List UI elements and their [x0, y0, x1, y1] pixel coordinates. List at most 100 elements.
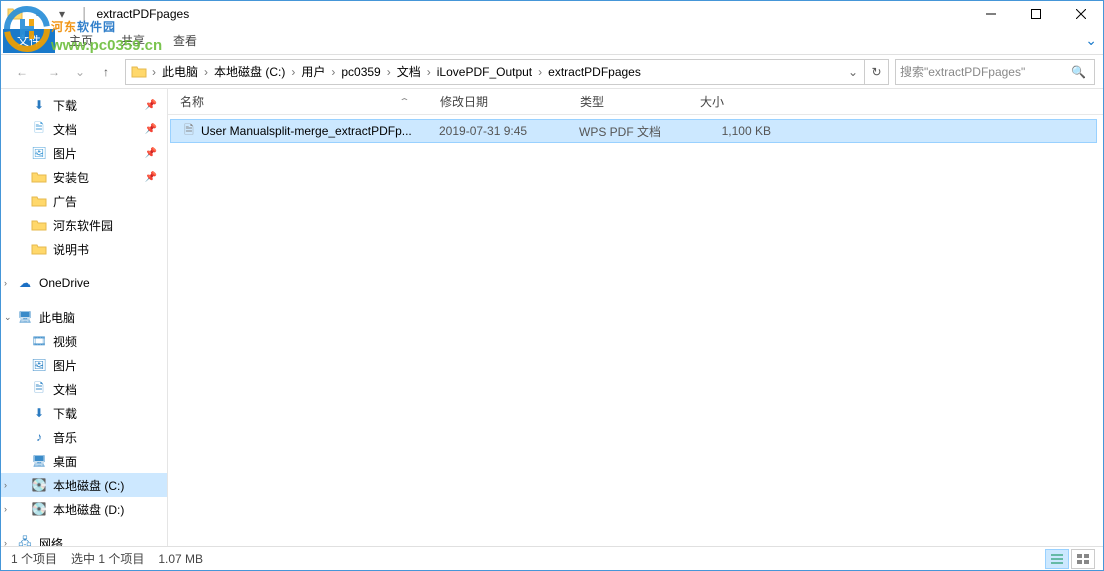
sidebar-item-documents[interactable]: 🗎 文档 📌 [1, 117, 167, 141]
sidebar-label: 文档 [53, 121, 77, 138]
qat-newfolder-icon[interactable]: ▾ [51, 3, 73, 25]
sidebar-item-downloads2[interactable]: ⬇下载 [1, 401, 167, 425]
breadcrumb: › 此电脑 › 本地磁盘 (C:) › 用户 › pc0359 › 文档 › i… [150, 63, 645, 80]
search-input[interactable]: 搜索"extractPDFpages" 🔍 [895, 59, 1095, 85]
sidebar-item-pictures[interactable]: 🖼图片📌 [1, 141, 167, 165]
column-date[interactable]: 修改日期 [428, 93, 568, 110]
expand-icon[interactable]: › [4, 504, 14, 514]
refresh-button[interactable]: ↻ [864, 60, 888, 84]
close-button[interactable] [1058, 1, 1103, 27]
tab-share[interactable]: 共享 [107, 29, 159, 53]
video-icon: 🎞 [31, 333, 47, 349]
expand-icon[interactable]: › [4, 538, 14, 546]
file-icon: 🗎 [181, 123, 197, 139]
drive-icon: 💽 [31, 501, 47, 517]
sidebar-label: 下载 [53, 405, 77, 422]
document-icon: 🗎 [31, 121, 47, 137]
chevron-right-icon[interactable]: › [385, 65, 393, 79]
expand-icon[interactable]: › [4, 480, 14, 490]
expand-icon[interactable]: › [4, 278, 14, 288]
nav-recent-dropdown[interactable]: ⌄ [73, 59, 87, 85]
nav-forward-button[interactable]: → [41, 59, 67, 85]
sidebar-item-thispc[interactable]: ⌄🖥 此电脑 [1, 305, 167, 329]
sidebar-item-downloads[interactable]: ⬇下载📌 [1, 93, 167, 117]
sidebar-label: 图片 [53, 357, 77, 374]
sidebar-item-cdrive[interactable]: ›💽本地磁盘 (C:) [1, 473, 167, 497]
sidebar-item-documents2[interactable]: 🗎文档 [1, 377, 167, 401]
chevron-right-icon[interactable]: › [150, 65, 158, 79]
sidebar-label: 音乐 [53, 429, 77, 446]
picture-icon: 🖼 [31, 357, 47, 373]
folder-icon [7, 6, 23, 22]
sidebar-item-desktop[interactable]: 🖥桌面 [1, 449, 167, 473]
sidebar-item-ads[interactable]: 广告 [1, 189, 167, 213]
pin-icon: 📌 [145, 124, 157, 135]
file-row[interactable]: 🗎User Manualsplit-merge_extractPDFp... 2… [170, 119, 1097, 143]
sort-caret-icon: ⌃ [399, 97, 411, 106]
collapse-icon[interactable]: ⌄ [4, 312, 14, 323]
chevron-right-icon[interactable]: › [329, 65, 337, 79]
ribbon-expand-icon[interactable]: ⌄ [1085, 32, 1097, 49]
qat-properties-icon[interactable]: ▫ [27, 3, 49, 25]
drive-icon: 💽 [31, 477, 47, 493]
address-bar[interactable]: › 此电脑 › 本地磁盘 (C:) › 用户 › pc0359 › 文档 › i… [125, 59, 889, 85]
titlebar: ▫ ▾ │ extractPDFpages [1, 1, 1103, 27]
sidebar-label: 下载 [53, 97, 77, 114]
crumb-current[interactable]: extractPDFpages [544, 65, 645, 79]
sidebar-item-hedong[interactable]: 河东软件园 [1, 213, 167, 237]
sidebar-label: 此电脑 [39, 309, 75, 326]
nav-back-button[interactable]: ← [9, 59, 35, 85]
search-placeholder: 搜索"extractPDFpages" [900, 63, 1071, 80]
sidebar-item-onedrive[interactable]: ›☁OneDrive [1, 271, 167, 295]
sidebar-label: 河东软件园 [53, 217, 113, 234]
content-pane: 名称 ⌃ 修改日期 类型 大小 🗎User Manualsplit-merge_e… [168, 89, 1103, 546]
network-icon: 🖧 [17, 535, 33, 546]
crumb-cdrive[interactable]: 本地磁盘 (C:) [210, 63, 289, 80]
nav-up-button[interactable]: ↑ [93, 59, 119, 85]
sidebar-item-installpkg[interactable]: 安装包📌 [1, 165, 167, 189]
column-type[interactable]: 类型 [568, 93, 688, 110]
sidebar-item-ddrive[interactable]: › 💽 本地磁盘 (D:) [1, 497, 167, 521]
file-date: 2019-07-31 9:45 [429, 124, 569, 138]
computer-icon: 🖥 [17, 309, 33, 325]
addressbar-dropdown-icon[interactable]: ⌄ [842, 65, 864, 79]
search-icon[interactable]: 🔍 [1071, 65, 1086, 79]
chevron-right-icon[interactable]: › [202, 65, 210, 79]
status-size: 1.07 MB [158, 552, 203, 566]
tab-file[interactable]: 文件 [3, 29, 55, 53]
sidebar-item-pictures2[interactable]: 🖼 图片 [1, 353, 167, 377]
maximize-button[interactable] [1013, 1, 1058, 27]
column-label: 名称 [180, 93, 204, 110]
column-name[interactable]: 名称 ⌃ [168, 93, 428, 110]
sidebar-label: 桌面 [53, 453, 77, 470]
folder-icon [31, 217, 47, 233]
download-icon: ⬇ [31, 97, 47, 113]
crumb-users[interactable]: 用户 [297, 63, 329, 80]
crumb-thispc[interactable]: 此电脑 [158, 63, 202, 80]
sidebar-label: 本地磁盘 (D:) [53, 501, 124, 518]
crumb-pc0359[interactable]: pc0359 [337, 65, 384, 79]
chevron-right-icon[interactable]: › [536, 65, 544, 79]
sidebar[interactable]: ⬇下载📌 🗎文档📌 🖼图片📌 安装包📌 广告 河东软件园 说明书 ›☁OneDr… [1, 89, 168, 546]
view-icons-button[interactable] [1071, 549, 1095, 569]
minimize-button[interactable] [968, 1, 1013, 27]
document-icon: 🗎 [31, 381, 47, 397]
tab-view[interactable]: 查看 [159, 29, 211, 53]
folder-icon [31, 193, 47, 209]
chevron-right-icon[interactable]: › [289, 65, 297, 79]
view-details-button[interactable] [1045, 549, 1069, 569]
status-count: 1 个项目 [11, 550, 57, 567]
titlebar-separator: │ [81, 7, 89, 21]
sidebar-item-manual[interactable]: 说明书 [1, 237, 167, 261]
sidebar-item-videos[interactable]: 🎞 视频 [1, 329, 167, 353]
sidebar-label: 广告 [53, 193, 77, 210]
tab-home[interactable]: 主页 [55, 29, 107, 53]
column-size[interactable]: 大小 [688, 93, 788, 110]
main-area: ⬇下载📌 🗎文档📌 🖼图片📌 安装包📌 广告 河东软件园 说明书 ›☁OneDr… [1, 89, 1103, 546]
crumb-documents[interactable]: 文档 [393, 63, 425, 80]
sidebar-item-network[interactable]: ›🖧网络 [1, 531, 167, 546]
sidebar-item-music[interactable]: ♪音乐 [1, 425, 167, 449]
crumb-ilovepdf[interactable]: iLovePDF_Output [433, 65, 536, 79]
chevron-right-icon[interactable]: › [425, 65, 433, 79]
sidebar-label: 视频 [53, 333, 77, 350]
